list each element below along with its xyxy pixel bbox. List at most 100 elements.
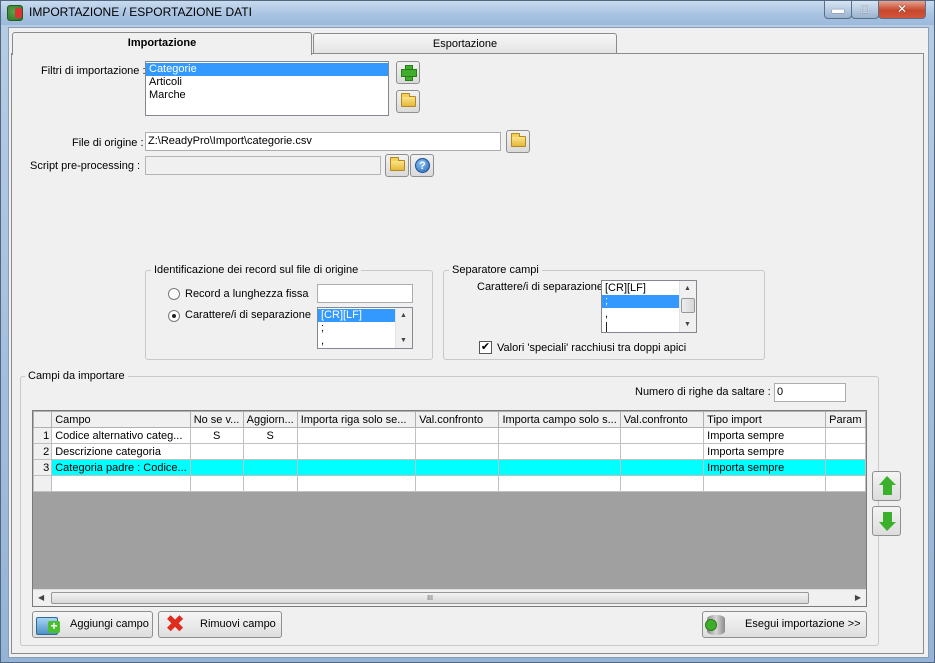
table-cell[interactable] [703, 475, 827, 492]
close-button[interactable]: ✕ [878, 1, 926, 19]
column-header[interactable]: Aggiorn... [242, 411, 298, 428]
scroll-thumb[interactable]: III [51, 592, 809, 604]
run-import-button[interactable]: Esegui importazione >> [702, 611, 867, 638]
table-cell[interactable] [296, 443, 417, 460]
move-row-up-button[interactable] [872, 471, 901, 501]
scroll-up-icon[interactable]: ▲ [400, 312, 407, 319]
table-cell[interactable]: Importa sempre [703, 459, 827, 476]
radio-fixed-length[interactable] [168, 288, 180, 300]
column-header[interactable]: Campo [51, 411, 191, 428]
column-header[interactable]: Param [825, 411, 866, 428]
table-cell[interactable] [619, 427, 705, 444]
column-header[interactable]: Val.confronto [415, 411, 500, 428]
list-item-crlf[interactable]: [CR][LF] [318, 309, 395, 322]
table-cell[interactable]: Descrizione categoria [51, 443, 191, 460]
preprocessing-script-label: Script pre-processing : [30, 160, 141, 172]
quoted-special-values-checkbox[interactable]: ✔ [479, 341, 492, 354]
table-cell[interactable]: Categoria padre : Codice... [51, 459, 191, 476]
record-separator-scrollbar[interactable]: ▲ ▼ [395, 308, 412, 348]
maximize-button[interactable]: □ [851, 1, 879, 19]
table-cell[interactable] [296, 475, 417, 492]
column-header[interactable]: Val.confronto [619, 411, 705, 428]
preprocessing-script-input[interactable] [145, 156, 381, 175]
import-filters-list[interactable]: Categorie Articoli Marche [145, 61, 389, 116]
record-identification-title: Identificazione dei record sul file di o… [151, 264, 362, 276]
table-cell[interactable] [825, 475, 866, 492]
import-filters-label: Filtri di importazione : [41, 65, 146, 77]
table-cell[interactable] [189, 459, 244, 476]
table-cell[interactable] [825, 443, 866, 460]
table-cell[interactable] [51, 475, 191, 492]
table-cell[interactable] [296, 427, 417, 444]
script-help-button[interactable]: ? [410, 154, 434, 177]
add-field-icon [36, 615, 60, 635]
table-cell[interactable] [415, 443, 500, 460]
open-filter-button[interactable] [396, 90, 420, 113]
fields-grid[interactable]: Campo No se v... Aggiorn... Importa riga… [32, 410, 867, 607]
grid-horizontal-scrollbar[interactable]: ◀ III ▶ [33, 589, 866, 606]
add-field-button[interactable]: Aggiungi campo [32, 611, 153, 638]
table-row[interactable]: 1 Codice alternativo categ... S S Import… [33, 427, 866, 444]
table-cell[interactable] [498, 475, 621, 492]
table-cell[interactable] [189, 443, 244, 460]
column-header[interactable]: Tipo import [703, 411, 827, 428]
table-cell[interactable]: Importa sempre [703, 427, 827, 444]
table-cell[interactable] [619, 459, 705, 476]
add-filter-button[interactable] [396, 61, 420, 84]
remove-field-button[interactable]: ✖ Rimuovi campo [158, 611, 282, 638]
fixed-length-input[interactable] [317, 284, 413, 303]
table-cell[interactable]: Codice alternativo categ... [51, 427, 191, 444]
table-cell[interactable] [619, 475, 705, 492]
list-item-articoli[interactable]: Articoli [146, 76, 388, 89]
scroll-down-icon[interactable]: ▼ [400, 337, 407, 344]
row-number [33, 475, 53, 492]
list-item-categorie[interactable]: Categorie [146, 63, 388, 76]
table-cell[interactable] [619, 443, 705, 460]
scroll-right-icon[interactable]: ▶ [855, 593, 861, 602]
table-cell[interactable] [415, 475, 500, 492]
table-cell[interactable] [189, 475, 244, 492]
table-cell[interactable] [415, 427, 500, 444]
table-cell[interactable] [498, 443, 621, 460]
title-bar[interactable]: IMPORTAZIONE / ESPORTAZIONE DATI ▬ □ ✕ [1, 1, 934, 25]
table-cell[interactable] [242, 443, 298, 460]
table-cell[interactable]: Importa sempre [703, 443, 827, 460]
list-item-marche[interactable]: Marche [146, 89, 388, 102]
column-header[interactable]: Importa riga solo se... [296, 411, 417, 428]
browse-script-button[interactable] [385, 154, 409, 177]
fields-table: Campo No se v... Aggiorn... Importa riga… [33, 411, 866, 492]
source-file-input[interactable]: Z:\ReadyPro\Import\categorie.csv [145, 132, 501, 151]
radio-separator[interactable] [168, 310, 180, 322]
move-row-down-button[interactable] [872, 506, 901, 536]
table-row-empty[interactable] [33, 475, 866, 492]
table-cell[interactable] [242, 459, 298, 476]
tab-importazione[interactable]: Importazione [12, 32, 312, 55]
table-cell[interactable] [498, 427, 621, 444]
table-row[interactable]: 2 Descrizione categoria Importa sempre [33, 443, 866, 460]
table-cell[interactable]: S [189, 427, 244, 444]
field-separator-list[interactable]: [CR][LF] ; , | ▲ ▼ [601, 280, 697, 333]
scroll-left-icon[interactable]: ◀ [38, 593, 44, 602]
scroll-down-icon[interactable]: ▼ [684, 321, 691, 328]
table-cell[interactable] [415, 459, 500, 476]
column-header[interactable]: No se v... [189, 411, 244, 428]
skip-rows-input[interactable]: 0 [774, 383, 846, 402]
column-header[interactable]: Importa campo solo s... [498, 411, 621, 428]
run-import-icon [705, 615, 725, 635]
table-row-selected[interactable]: 3 Categoria padre : Codice... Importa se… [33, 459, 866, 476]
minimize-button[interactable]: ▬ [824, 1, 852, 19]
browse-source-file-button[interactable] [506, 130, 530, 153]
tab-esportazione[interactable]: Esportazione [313, 33, 617, 54]
list-item-semicolon[interactable]: ; [602, 295, 679, 308]
table-cell[interactable] [296, 459, 417, 476]
table-cell[interactable]: S [242, 427, 298, 444]
table-cell[interactable] [825, 427, 866, 444]
record-separator-list[interactable]: [CR][LF] ; , ▲ ▼ [317, 307, 413, 349]
scroll-up-icon[interactable]: ▲ [684, 285, 691, 292]
table-cell[interactable] [242, 475, 298, 492]
table-cell[interactable] [825, 459, 866, 476]
maximize-icon: □ [861, 2, 869, 16]
table-cell[interactable] [498, 459, 621, 476]
field-separator-scrollbar[interactable]: ▲ ▼ [679, 281, 696, 332]
scroll-thumb[interactable] [681, 298, 695, 313]
